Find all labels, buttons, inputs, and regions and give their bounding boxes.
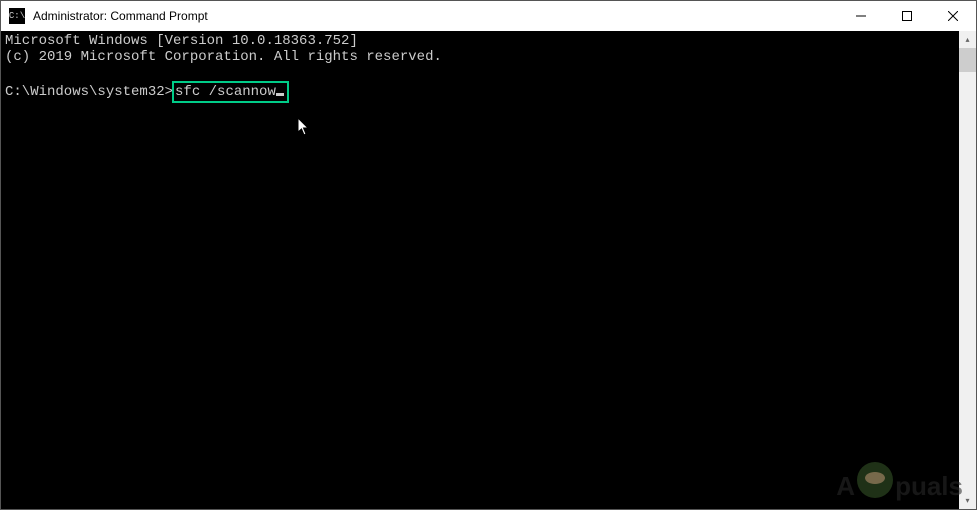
close-button[interactable] <box>930 1 976 31</box>
titlebar[interactable]: C:\ Administrator: Command Prompt <box>1 1 976 31</box>
terminal-output[interactable]: Microsoft Windows [Version 10.0.18363.75… <box>1 31 959 509</box>
text-cursor <box>276 93 284 96</box>
command-prompt-window: C:\ Administrator: Command Prompt Micros… <box>0 0 977 510</box>
terminal-area: Microsoft Windows [Version 10.0.18363.75… <box>1 31 976 509</box>
scroll-up-button[interactable]: ▴ <box>959 31 976 48</box>
vertical-scrollbar[interactable]: ▴ ▾ <box>959 31 976 509</box>
window-controls <box>838 1 976 31</box>
cmd-icon: C:\ <box>9 8 25 24</box>
output-line: (c) 2019 Microsoft Corporation. All righ… <box>5 49 442 65</box>
maximize-button[interactable] <box>884 1 930 31</box>
output-line: Microsoft Windows [Version 10.0.18363.75… <box>5 33 358 49</box>
minimize-button[interactable] <box>838 1 884 31</box>
scroll-thumb[interactable] <box>959 48 976 72</box>
prompt: C:\Windows\system32> <box>5 84 173 100</box>
mouse-cursor-icon <box>297 117 311 137</box>
window-title: Administrator: Command Prompt <box>33 9 838 23</box>
command-highlight: sfc /scannow <box>172 81 289 103</box>
command-text: sfc /scannow <box>175 84 276 100</box>
scroll-down-button[interactable]: ▾ <box>959 492 976 509</box>
